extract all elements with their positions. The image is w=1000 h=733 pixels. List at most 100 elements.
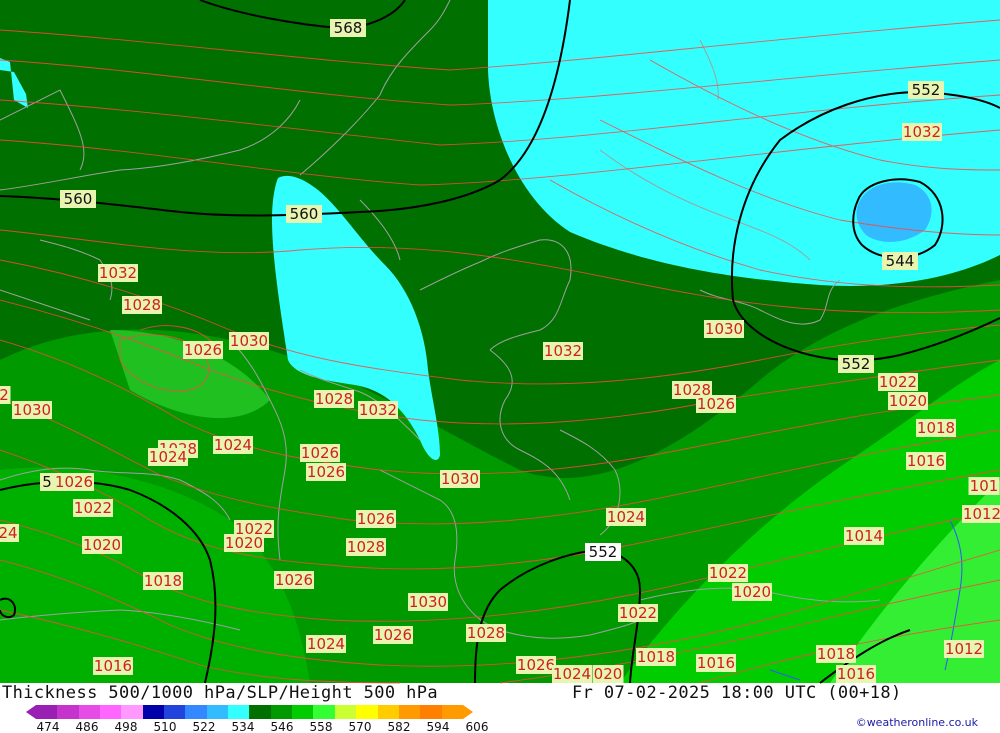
svg-text:1030: 1030 — [441, 470, 479, 488]
color-scale-tick: 486 — [75, 720, 99, 733]
slp-label-1020-se: 1020 — [732, 583, 772, 601]
slp-label-1018-s: 1018 — [636, 648, 676, 666]
svg-text:101: 101 — [970, 477, 999, 495]
slp-label-1026-west: 1026 — [183, 341, 223, 359]
svg-text:1018: 1018 — [917, 419, 955, 437]
color-scale-cell — [100, 705, 122, 719]
svg-text:560: 560 — [64, 190, 93, 208]
svg-text:1028: 1028 — [347, 538, 385, 556]
color-scale-cell — [270, 705, 293, 719]
slp-label-1030-east: 1030 — [704, 320, 744, 338]
slp-label-1012-se: 1012 — [944, 640, 984, 658]
slp-label-1024-sb: 1024 — [552, 665, 592, 683]
svg-text:1028: 1028 — [467, 624, 505, 642]
thickness-color-scale — [36, 705, 463, 719]
slp-label-1020-sw: 1020 — [82, 536, 122, 554]
svg-text:552: 552 — [842, 355, 871, 373]
color-scale-cell — [228, 705, 250, 719]
slp-label-020-sb: 020 — [592, 665, 624, 683]
slp-label-1018-east: 1018 — [916, 419, 956, 437]
svg-text:1020: 1020 — [225, 534, 263, 552]
slp-label-1016-east: 1016 — [906, 452, 946, 470]
color-scale-tick: 558 — [309, 720, 333, 733]
slp-label-1022-sw: 1022 — [73, 499, 113, 517]
slp-label-1032-west: 1032 — [98, 264, 138, 282]
slp-label-1028-west: 1028 — [122, 296, 162, 314]
svg-text:1016: 1016 — [907, 452, 945, 470]
svg-text:1030: 1030 — [705, 320, 743, 338]
svg-text:1012: 1012 — [963, 505, 1000, 523]
slp-label-1026-c: 1026 — [306, 463, 346, 481]
svg-text:1020: 1020 — [889, 392, 927, 410]
svg-text:1024: 1024 — [553, 665, 591, 683]
svg-text:1018: 1018 — [817, 645, 855, 663]
color-scale-tick: 510 — [153, 720, 177, 733]
svg-text:1030: 1030 — [13, 401, 51, 419]
color-scale-tick: 474 — [36, 720, 60, 733]
svg-text:1018: 1018 — [144, 572, 182, 590]
svg-text:1024: 1024 — [149, 448, 187, 466]
slp-label-1022-se: 1022 — [708, 564, 748, 582]
color-scale-cell — [57, 705, 79, 719]
slp-label-1026-e: 1026 — [274, 571, 314, 589]
svg-text:1014: 1014 — [845, 527, 883, 545]
color-scale-cell — [292, 705, 314, 719]
color-scale-cell — [78, 705, 101, 719]
slp-label-1030-s: 1030 — [408, 593, 448, 611]
slp-label-1026-b: 1026 — [300, 444, 340, 462]
height-label-5-west: 5 — [40, 473, 54, 491]
height-label-560-left: 560 — [60, 190, 96, 208]
svg-text:1016: 1016 — [697, 654, 735, 672]
svg-text:1032: 1032 — [99, 264, 137, 282]
color-scale-tick: 594 — [426, 720, 450, 733]
svg-text:1032: 1032 — [544, 342, 582, 360]
svg-text:1026: 1026 — [184, 341, 222, 359]
height-label-560-mid: 560 — [286, 205, 322, 223]
svg-text:1022: 1022 — [74, 499, 112, 517]
slp-label-101-edge: 101 — [968, 477, 1000, 495]
color-scale-cell — [441, 705, 463, 719]
slp-label-1028-c: 1028 — [346, 538, 386, 556]
slp-label-1012-east: 1012 — [962, 505, 1000, 523]
svg-text:1026: 1026 — [517, 656, 555, 674]
slp-label-1032-center: 1032 — [543, 342, 583, 360]
color-scale-tick: 522 — [192, 720, 216, 733]
slp-label-24-edge: 24 — [0, 524, 19, 542]
slp-label-1026-s: 1026 — [373, 626, 413, 644]
slp-label-1026-sb: 1026 — [516, 656, 556, 674]
color-scale-tick: 582 — [387, 720, 411, 733]
svg-text:1026: 1026 — [301, 444, 339, 462]
svg-text:1028: 1028 — [315, 390, 353, 408]
slp-label-1022-east: 1022 — [878, 373, 918, 391]
color-scale-cell — [185, 705, 207, 719]
color-scale-cell — [377, 705, 399, 719]
legend-arrow-left — [26, 705, 36, 719]
slp-label-1020-bal: 1020 — [224, 534, 264, 552]
credit-link[interactable]: ©weatheronline.co.uk — [856, 716, 978, 729]
map-canvas: 568 560 560 552 544 552 552 5 1032 1032 10… — [0, 0, 1000, 684]
color-scale-tick: 546 — [270, 720, 294, 733]
color-scale-tick: 534 — [231, 720, 255, 733]
slp-label-1030-far-west: 1030 — [12, 401, 52, 419]
svg-text:5: 5 — [42, 473, 52, 491]
slp-label-1026-d: 1026 — [356, 510, 396, 528]
slp-label-1022-s2: 1022 — [618, 604, 658, 622]
svg-text:1022: 1022 — [879, 373, 917, 391]
slp-label-1016-b: 1016 — [836, 665, 876, 683]
svg-text:552: 552 — [912, 81, 941, 99]
svg-text:24: 24 — [0, 524, 18, 542]
cold-air-core — [856, 182, 932, 242]
color-scale-cell — [164, 705, 186, 719]
height-label-552-east: 552 — [838, 355, 874, 373]
svg-text:560: 560 — [290, 205, 319, 223]
color-scale-cell — [121, 705, 143, 719]
svg-text:1022: 1022 — [619, 604, 657, 622]
color-scale-tick: 606 — [465, 720, 489, 733]
svg-text:568: 568 — [334, 19, 363, 37]
svg-text:1024: 1024 — [214, 436, 252, 454]
svg-text:1018: 1018 — [637, 648, 675, 666]
slp-label-1032-mid: 1032 — [358, 401, 398, 419]
color-scale-cell — [398, 705, 421, 719]
height-label-544: 544 — [882, 252, 918, 270]
svg-text:552: 552 — [589, 543, 618, 561]
